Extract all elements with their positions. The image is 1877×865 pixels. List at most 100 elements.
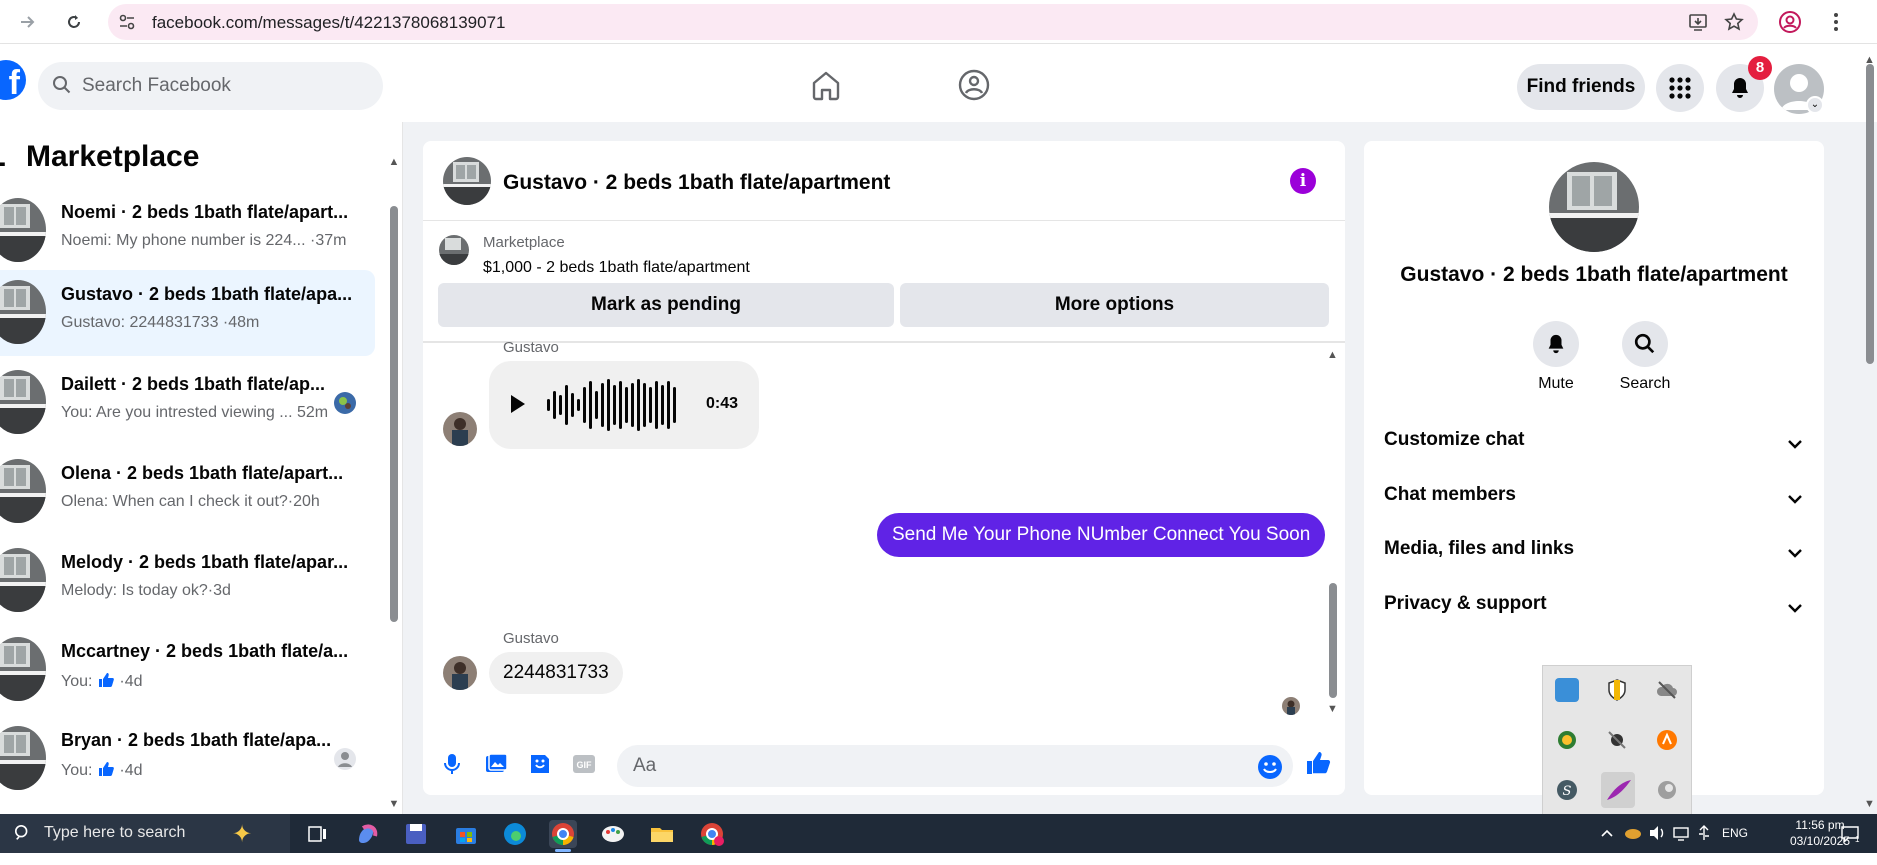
chevron-down-icon[interactable]: ⌄ — [1806, 96, 1824, 114]
edge-icon[interactable] — [501, 820, 529, 848]
conversation-item[interactable]: Noemi · 2 beds 1bath flate/apart... Noem… — [0, 188, 375, 274]
home-icon[interactable] — [809, 68, 843, 102]
audio-message[interactable]: 0:43 — [489, 361, 759, 449]
address-bar[interactable]: facebook.com/messages/t/4221378068139071 — [108, 4, 1758, 40]
find-friends-button[interactable]: Find friends — [1517, 64, 1645, 110]
mute-button[interactable]: Mute — [1526, 321, 1586, 393]
chat-scrollbar[interactable] — [1329, 583, 1337, 698]
marketplace-label: Marketplace — [483, 234, 565, 251]
install-app-icon[interactable] — [1688, 12, 1708, 32]
conversation-item[interactable]: Olena · 2 beds 1bath flate/apart... Olen… — [0, 449, 375, 535]
search-label: Search — [1619, 375, 1671, 392]
network-globe-icon[interactable] — [1555, 728, 1579, 752]
app-s-icon[interactable]: S — [1555, 778, 1579, 802]
volume-icon[interactable] — [1648, 825, 1666, 864]
usb-device-icon[interactable] — [1696, 825, 1712, 864]
chat-title[interactable]: Gustavo · 2 beds 1bath flate/apartment — [503, 171, 890, 195]
copilot-sparkle-icon[interactable]: ✦ — [232, 820, 252, 849]
search-input[interactable] — [82, 62, 372, 110]
media-files-links-row[interactable]: Media, files and links — [1384, 538, 1804, 578]
sender-name: Gustavo — [503, 630, 559, 647]
search-icon — [1634, 333, 1655, 354]
chat-scroll-down-arrow[interactable]: ▼ — [1327, 703, 1338, 715]
task-view-icon[interactable] — [303, 820, 331, 848]
language-indicator[interactable]: ENG — [1722, 826, 1748, 865]
weather-cloud-icon[interactable] — [1624, 826, 1642, 865]
show-hidden-icons-chevron[interactable] — [1600, 826, 1614, 865]
marketplace-listing-row[interactable]: Marketplace $1,000 - 2 beds 1bath flate/… — [423, 221, 1345, 281]
profile-icon[interactable] — [1778, 10, 1802, 34]
notification-badge: 8 — [1748, 56, 1772, 80]
info-icon[interactable]: i — [1290, 168, 1316, 194]
copilot-icon[interactable] — [353, 820, 381, 848]
conversation-list-scrollbar[interactable] — [390, 206, 398, 622]
back-arrow-icon[interactable]: ‑ — [0, 146, 6, 180]
scroll-down-arrow[interactable]: ▼ — [387, 798, 401, 810]
listing-thumbnail — [0, 726, 46, 790]
menu-grid-button[interactable] — [1656, 64, 1704, 112]
more-options-button[interactable]: More options — [900, 283, 1329, 327]
chat-thumbnail[interactable] — [443, 157, 491, 205]
avast-icon[interactable] — [1655, 728, 1679, 752]
conversation-item-active[interactable]: Gustavo · 2 beds 1bath flate/apa... Gust… — [0, 270, 375, 356]
customize-chat-row[interactable]: Customize chat — [1384, 429, 1804, 469]
scroll-up-arrow[interactable]: ▲ — [387, 156, 401, 168]
conversation-item[interactable]: Melody · 2 beds 1bath flate/apar... Melo… — [0, 538, 375, 624]
search-icon — [53, 76, 71, 94]
paint-palette-icon[interactable] — [599, 820, 627, 848]
app-c-icon[interactable] — [1655, 778, 1679, 802]
url-text[interactable]: facebook.com/messages/t/4221378068139071 — [152, 13, 505, 33]
incoming-message[interactable]: 2244831733 — [489, 652, 623, 694]
chat-panel: Gustavo · 2 beds 1bath flate/apartment i… — [423, 141, 1345, 795]
browser-toolbar: facebook.com/messages/t/4221378068139071 — [0, 0, 1877, 44]
page-scroll-down-arrow[interactable]: ▼ — [1864, 798, 1875, 810]
emoji-icon[interactable] — [1257, 754, 1283, 780]
mark-as-pending-button[interactable]: Mark as pending — [438, 283, 894, 327]
conversation-title: Dailett · 2 beds 1bath flate/ap... — [61, 374, 326, 394]
conversation-item[interactable]: Mccartney · 2 beds 1bath flate/a... You:… — [0, 627, 375, 713]
site-settings-icon[interactable] — [118, 13, 136, 31]
outgoing-message[interactable]: Send Me Your Phone NUmber Connect You So… — [877, 513, 1326, 557]
chat-scroll-up-arrow[interactable]: ▲ — [1327, 349, 1338, 361]
cloud-offline-icon[interactable] — [1655, 678, 1679, 702]
seen-avatar — [1282, 697, 1300, 715]
bookmark-star-icon[interactable] — [1724, 12, 1744, 32]
like-send-icon[interactable] — [1305, 749, 1331, 775]
listing-thumbnail — [439, 235, 469, 265]
gif-icon[interactable]: GIF — [571, 751, 597, 777]
microsoft-store-icon[interactable] — [452, 820, 480, 848]
search-in-chat-button[interactable]: Search — [1615, 321, 1675, 393]
save-disk-icon[interactable] — [402, 820, 430, 848]
conversation-item[interactable]: Dailett · 2 beds 1bath flate/ap... You: … — [0, 360, 375, 446]
reload-icon[interactable] — [62, 10, 86, 34]
groups-icon[interactable] — [957, 68, 991, 102]
chrome-icon[interactable] — [549, 820, 577, 852]
conversation-item[interactable]: Bryan · 2 beds 1bath flate/apa... You: ·… — [0, 716, 375, 802]
security-shield-icon[interactable] — [1605, 678, 1629, 702]
message-input[interactable] — [633, 745, 1233, 787]
play-icon[interactable] — [511, 395, 525, 413]
network-icon[interactable] — [1672, 825, 1690, 864]
listing-thumbnail — [0, 280, 46, 344]
taskbar-search-box[interactable]: Type here to search ✦ — [0, 814, 290, 853]
sticker-icon[interactable] — [527, 751, 553, 777]
photo-icon[interactable] — [483, 751, 509, 777]
facebook-logo[interactable]: f — [0, 60, 26, 100]
feather-pen-icon[interactable] — [1601, 772, 1635, 808]
chrome-profile-icon[interactable] — [698, 820, 726, 848]
file-explorer-icon[interactable] — [648, 820, 676, 848]
page-scrollbar[interactable] — [1866, 64, 1874, 364]
forward-icon[interactable] — [16, 10, 40, 34]
seen-avatar — [334, 392, 356, 414]
notification-center-icon[interactable]: 1 — [1840, 824, 1860, 863]
privacy-support-row[interactable]: Privacy & support — [1384, 593, 1804, 633]
conversation-title: Mccartney · 2 beds 1bath flate/a... — [61, 641, 349, 661]
satellite-icon[interactable] — [1605, 728, 1629, 752]
network-app-icon[interactable] — [1555, 678, 1579, 702]
chat-members-row[interactable]: Chat members — [1384, 484, 1804, 524]
conversation-snippet: You: Are you intrested viewing ... 52m — [61, 404, 329, 421]
search-box[interactable] — [38, 62, 383, 110]
browser-menu-icon[interactable] — [1824, 10, 1848, 34]
message-input-box[interactable] — [617, 745, 1293, 787]
microphone-icon[interactable] — [439, 751, 465, 777]
